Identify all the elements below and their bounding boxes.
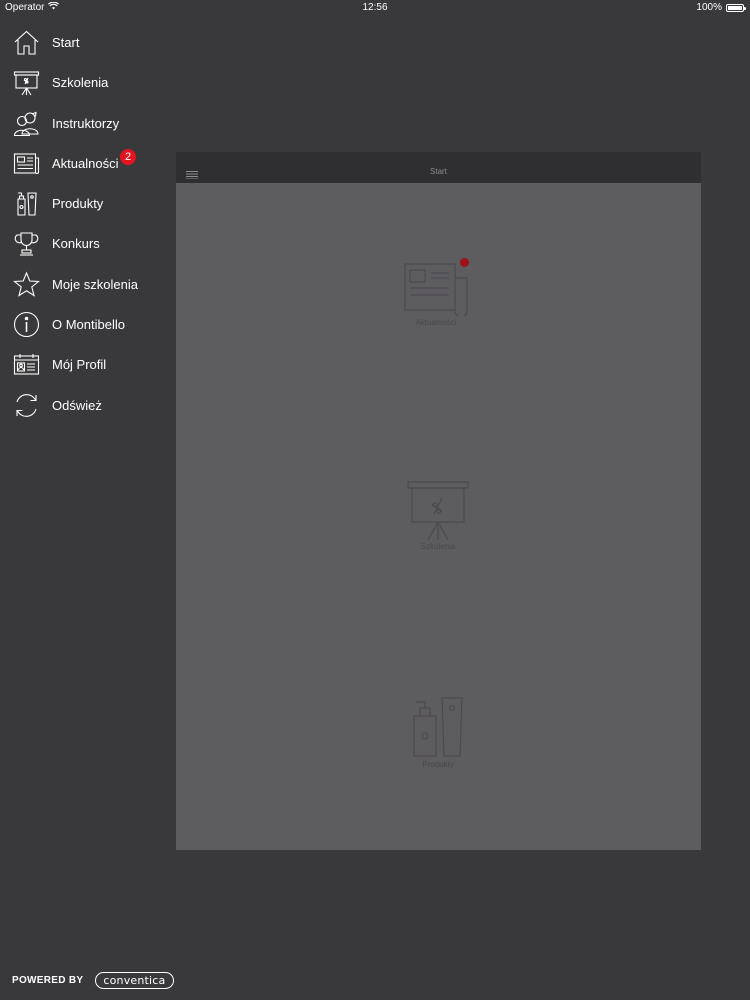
clock: 12:56	[362, 2, 388, 13]
battery-icon	[726, 3, 746, 12]
menu-label: O Montibello	[52, 317, 125, 333]
battery-percent: 100%	[696, 2, 722, 13]
menu-label: Odśwież	[52, 397, 102, 413]
id-card-icon	[13, 351, 40, 378]
side-menu: Start Szkolenia Instruktorzy Aktualności…	[0, 22, 170, 425]
menu-label: Mój Profil	[52, 357, 107, 373]
home-icon	[13, 29, 40, 56]
panel-header: Start	[176, 152, 701, 183]
tile-szkolenia[interactable]: Szkolenia	[398, 480, 478, 551]
presentation-board-icon	[398, 480, 478, 540]
star-icon	[13, 271, 40, 298]
menu-label: Szkolenia	[52, 75, 109, 91]
notification-badge: 2	[120, 148, 136, 165]
bottles-icon	[398, 694, 478, 758]
people-icon	[13, 110, 40, 137]
menu-item-moj-profil[interactable]: Mój Profil	[0, 344, 170, 384]
info-icon	[13, 311, 40, 338]
menu-label: Konkurs	[52, 236, 100, 252]
status-bar: Operator 12:56 100%	[0, 0, 750, 16]
panel-title: Start	[430, 167, 447, 176]
menu-item-konkurs[interactable]: Konkurs	[0, 223, 170, 263]
menu-item-aktualnosci[interactable]: Aktualności 2	[0, 143, 170, 183]
menu-item-o-montibello[interactable]: O Montibello	[0, 304, 170, 344]
menu-item-instruktorzy[interactable]: Instruktorzy	[0, 103, 170, 143]
tile-aktualnosci[interactable]: Aktualności	[396, 258, 476, 327]
brand-logo[interactable]: conventica	[95, 972, 174, 989]
tile-label: Aktualności	[415, 318, 457, 327]
menu-label: Instruktorzy	[52, 115, 120, 131]
battery-group: 100%	[696, 2, 746, 13]
refresh-icon	[13, 392, 40, 419]
menu-label: Moje szkolenia	[52, 276, 138, 292]
tile-notification-badge	[460, 258, 469, 267]
main-panel: Start Aktualności Szkolenia Produkty	[176, 152, 701, 850]
tile-label: Szkolenia	[420, 542, 456, 551]
bottles-icon	[13, 190, 40, 217]
menu-label: Produkty	[52, 196, 104, 212]
menu-label: Aktualności	[52, 155, 119, 171]
tile-label: Produkty	[422, 760, 454, 769]
trophy-icon	[13, 230, 40, 257]
menu-item-start[interactable]: Start	[0, 22, 170, 62]
footer: POWERED BY conventica	[12, 972, 174, 989]
newspaper-icon	[396, 260, 476, 316]
powered-by-label: POWERED BY	[12, 975, 84, 986]
newspaper-icon	[13, 150, 40, 177]
menu-item-produkty[interactable]: Produkty	[0, 183, 170, 223]
menu-item-moje-szkolenia[interactable]: Moje szkolenia	[0, 264, 170, 304]
menu-item-odswiez[interactable]: Odśwież	[0, 385, 170, 425]
menu-label: Start	[52, 35, 80, 50]
menu-item-szkolenia[interactable]: Szkolenia	[0, 62, 170, 102]
tile-produkty[interactable]: Produkty	[398, 694, 478, 769]
presentation-board-icon	[13, 69, 40, 96]
